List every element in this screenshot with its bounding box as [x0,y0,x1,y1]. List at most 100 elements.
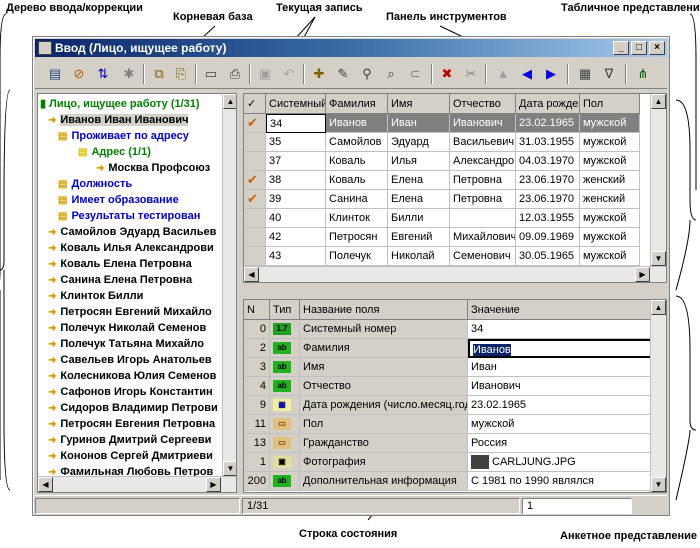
field-value[interactable]: С 1981 по 1990 являлся [468,472,652,491]
table-cell[interactable]: Елена [388,171,450,190]
table-cell[interactable]: Елена [388,190,450,209]
table-header[interactable]: Имя [388,94,450,114]
table-cell[interactable]: 43 [266,247,326,266]
save-icon[interactable]: ▣ [255,64,275,84]
table-cell[interactable]: Иванович [450,114,516,133]
tree-hscrollbar[interactable]: ◀ ▶ [38,476,236,492]
form-header[interactable]: Значение [468,300,652,320]
tree-item[interactable]: ➜ Савельев Игорь Анатольев [48,352,212,368]
tree-item[interactable]: ▤ Имеет образование [58,192,179,208]
tree-item[interactable]: ➜ Клинток Билли [48,288,143,304]
table-cell[interactable]: Николай [388,247,450,266]
table-cell[interactable]: Коваль [326,171,388,190]
tree-item[interactable]: ➜ Сидоров Владимир Петрови [48,400,218,416]
paste-icon[interactable]: ⎘ [171,64,191,84]
table-cell[interactable]: Санина [326,190,388,209]
right-arrow-icon[interactable]: ▶ [541,64,561,84]
form-header[interactable]: Тип [270,300,300,320]
row-check[interactable] [244,152,266,171]
table-cell[interactable]: женский [580,171,640,190]
field-value[interactable]: 34 [468,320,652,339]
sort-icon[interactable]: ⇅ [93,64,113,84]
database-icon[interactable]: ▤ [45,64,65,84]
table-cell[interactable]: Клинток [326,209,388,228]
row-check[interactable]: ✔ [244,114,266,133]
table-cell[interactable] [450,209,516,228]
field-value[interactable]: Иванов [468,339,652,358]
tree-current-record[interactable]: ➜ Иванов Иван Иванович [48,112,189,128]
table-cell[interactable]: мужской [580,209,640,228]
up-arrow-icon[interactable]: ▲ [493,64,513,84]
close-button[interactable]: × [649,41,665,55]
table-header[interactable]: Системный [266,94,326,114]
search-icon[interactable]: ⚲ [357,64,377,84]
table-cell[interactable]: Иван [388,114,450,133]
field-value[interactable]: мужской [468,415,652,434]
form-header[interactable]: Название поля [300,300,468,320]
table-cell[interactable]: 40 [266,209,326,228]
filter-icon[interactable]: ∇ [599,64,619,84]
settings-icon[interactable]: ✱ [119,64,139,84]
table-cell[interactable]: Петровна [450,190,516,209]
tree-item[interactable]: ➜ Коваль Илья Александрови [48,240,214,256]
table-cell[interactable]: 12.03.1955 [516,209,580,228]
cut-icon[interactable]: ✂ [461,64,481,84]
table-cell[interactable]: 30.05.1965 [516,247,580,266]
row-check[interactable] [244,228,266,247]
field-value[interactable]: Иванович [468,377,652,396]
new-record-icon[interactable]: ✚ [309,64,329,84]
tree-item[interactable]: ▤ Адрес (1/1) [78,144,151,160]
table-cell[interactable]: Иванов [326,114,388,133]
tree-item[interactable]: ➜ Самойлов Эдуард Васильев [48,224,216,240]
table-scrollbar[interactable]: ▲ ▼ [650,94,666,266]
tree-item[interactable]: ▤ Проживает по адресу [58,128,189,144]
row-check[interactable] [244,247,266,266]
table-cell[interactable]: 04.03.1970 [516,152,580,171]
table-cell[interactable]: 37 [266,152,326,171]
table-cell[interactable]: 42 [266,228,326,247]
table-cell[interactable]: Александро [450,152,516,171]
tree-item[interactable]: ➜ Коваль Елена Петровна [48,256,192,272]
table-header[interactable]: Пол [580,94,640,114]
cancel-icon[interactable]: ⊘ [69,64,89,84]
row-check[interactable] [244,209,266,228]
table-cell[interactable]: мужской [580,228,640,247]
undo-icon[interactable]: ↶ [279,64,299,84]
table-cell[interactable]: 34 [266,114,326,133]
table-header[interactable]: Отчество [450,94,516,114]
tree-item[interactable]: ➜ Гуринов Дмитрий Сергееви [48,432,211,448]
print-icon[interactable]: ⎙ [225,64,245,84]
tree-item[interactable]: ➜ Петросян Евгения Петровна [48,416,215,432]
table-cell[interactable]: 39 [266,190,326,209]
tree-item[interactable]: ➜ Сафонов Игорь Константин [48,384,213,400]
table-cell[interactable]: 09.09.1969 [516,228,580,247]
table-cell[interactable]: 38 [266,171,326,190]
table-cell[interactable]: Семенович [450,247,516,266]
table-cell[interactable]: Илья [388,152,450,171]
table-cell[interactable]: Билли [388,209,450,228]
table-cell[interactable]: Петросян [326,228,388,247]
tree-scrollbar[interactable]: ▲ ▼ [222,94,236,476]
table-cell[interactable]: 23.06.1970 [516,171,580,190]
table-cell[interactable]: мужской [580,152,640,171]
row-check[interactable]: ✔ [244,171,266,190]
tree-item[interactable]: ▤ Должность [58,176,132,192]
table-cell[interactable]: Михайлович [450,228,516,247]
tree-item[interactable]: ➜ Колесникова Юлия Семенов [48,368,216,384]
minimize-button[interactable]: _ [613,41,629,55]
table-cell[interactable]: Коваль [326,152,388,171]
table-header[interactable]: ✓ [244,94,266,114]
table-cell[interactable]: Петровна [450,171,516,190]
properties-icon[interactable]: ▦ [575,64,595,84]
table-cell[interactable]: Эдуард [388,133,450,152]
row-check[interactable]: ✔ [244,190,266,209]
table-cell[interactable]: Полечук [326,247,388,266]
table-cell[interactable]: 35 [266,133,326,152]
copy-icon[interactable]: ⧉ [149,64,169,84]
table-cell[interactable]: Евгений [388,228,450,247]
tree-item[interactable]: ➜ Санина Елена Петровна [48,272,192,288]
table-cell[interactable]: 23.02.1965 [516,114,580,133]
tree-item[interactable]: ➜ Полечук Татьяна Михайло [48,336,204,352]
table-hscrollbar[interactable]: ◀ ▶ [244,266,666,282]
table-cell[interactable]: Васильевич [450,133,516,152]
